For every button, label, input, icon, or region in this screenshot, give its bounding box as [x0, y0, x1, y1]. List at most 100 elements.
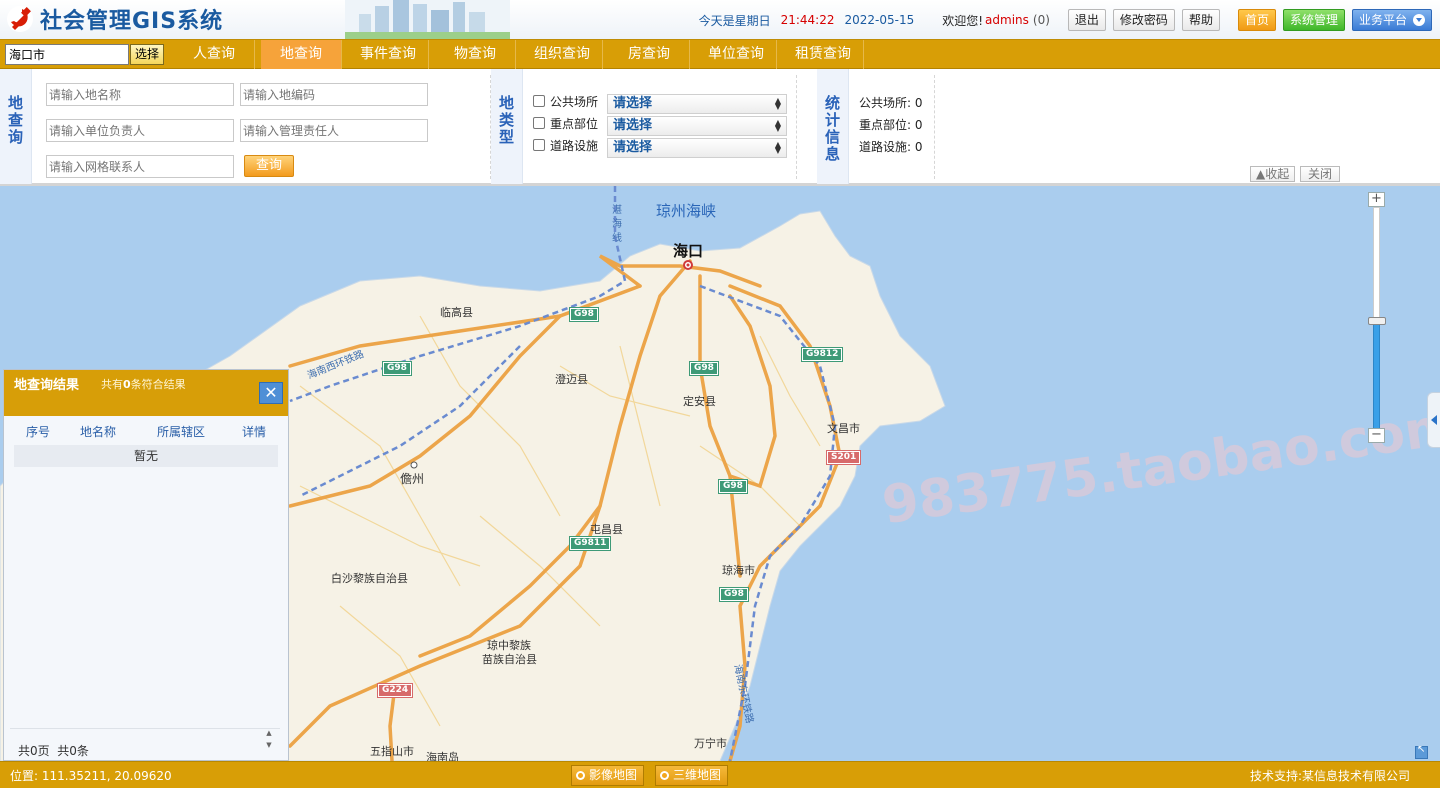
select-arrows-icon: ▲ ▼: [774, 118, 781, 133]
zoom-control: + −: [1368, 192, 1386, 444]
zoom-in-button[interactable]: +: [1368, 192, 1385, 207]
stat-label: 重点部位:: [859, 118, 912, 132]
key-area-select-value: 请选择: [613, 118, 653, 133]
tab-house-query[interactable]: 房查询: [609, 40, 690, 69]
result-panel-title: 地查询结果: [14, 378, 80, 393]
welcome-text: 欢迎您!: [942, 13, 984, 28]
party-emblem-icon: [7, 6, 33, 32]
stat-value: 0: [914, 96, 923, 110]
map-label-strait: 琼州海峡: [656, 202, 717, 220]
app-logo[interactable]: 社会管理GIS系统: [6, 4, 223, 34]
weekday-label: 今天是星期日: [698, 13, 771, 28]
radio-icon: [660, 771, 669, 780]
query-tabs: 人查询 地查询 事件查询 物查询 组织查询 房查询 单位查询 租赁查询: [174, 40, 870, 70]
place-query-label-text: 地查询: [7, 94, 23, 146]
public-place-checkbox[interactable]: [533, 95, 545, 107]
public-place-select-value: 请选择: [613, 96, 653, 111]
pagination-info: 共0页 共0条: [18, 742, 89, 759]
highway-shield: G98: [569, 307, 599, 322]
image-map-label: 影像地图: [589, 768, 638, 782]
tab-place-query[interactable]: 地查询: [261, 40, 342, 69]
map-label-wenchang[interactable]: 文昌市: [827, 420, 860, 436]
road-facility-select[interactable]: 请选择 ▲ ▼: [607, 138, 787, 158]
tab-object-query[interactable]: 物查询: [435, 40, 516, 69]
map-label-tunchang[interactable]: 屯昌县: [590, 521, 623, 537]
zoom-slider-handle[interactable]: [1368, 317, 1386, 325]
coordinates-value: 111.35211, 20.09620: [41, 769, 172, 783]
tab-rental-query[interactable]: 租赁查询: [783, 40, 864, 69]
image-map-button[interactable]: 影像地图: [571, 765, 645, 786]
result-panel-header: 地查询结果 共有0条符合结果 ✕: [4, 370, 288, 416]
place-type-label-text: 地类型: [498, 94, 514, 146]
key-area-select[interactable]: 请选择 ▲ ▼: [607, 116, 787, 136]
3d-map-label: 三维地图: [673, 768, 722, 782]
road-facility-checkbox[interactable]: [533, 139, 545, 151]
map-label-baisha[interactable]: 白沙黎族自治县: [331, 570, 408, 586]
record-count: 共0条: [57, 744, 89, 758]
select-arrows-icon: ▲ ▼: [774, 140, 781, 155]
header: 社会管理GIS系统 今天是星期日 21:44:22 2022-05-15 欢迎您…: [0, 0, 1440, 39]
divider: [796, 75, 797, 179]
3d-map-button[interactable]: 三维地图: [655, 765, 729, 786]
highway-shield: G98: [382, 361, 412, 376]
stat-value: 0: [914, 118, 923, 132]
tab-person-query[interactable]: 人查询: [174, 40, 255, 69]
map-label-qionghai[interactable]: 琼海市: [722, 562, 755, 578]
overview-map-icon[interactable]: [1415, 744, 1428, 759]
map-label-dingan[interactable]: 定安县: [683, 393, 716, 409]
result-count: 共有0条符合结果: [101, 376, 186, 392]
close-icon[interactable]: ✕: [259, 382, 283, 404]
unit-leader-input[interactable]: [46, 119, 234, 142]
message-count[interactable]: (0): [1033, 13, 1050, 27]
map-label-haikou[interactable]: 海口: [673, 240, 703, 261]
close-panel-button[interactable]: 关闭: [1300, 166, 1340, 182]
header-info: 今天是星期日 21:44:22 2022-05-15 欢迎您! admins (…: [699, 8, 1432, 32]
place-query-section-label: 地查询: [0, 69, 32, 184]
stat-value: 0: [914, 140, 923, 154]
map-label-qiongzhong-line2[interactable]: 苗族自治县: [482, 651, 537, 667]
tab-event-query[interactable]: 事件查询: [348, 40, 429, 69]
scroll-down-icon[interactable]: ▼: [262, 739, 276, 751]
place-type-section-label: 地类型: [491, 69, 523, 184]
road-facility-label: 道路设施: [550, 138, 599, 153]
scroll-up-icon[interactable]: ▲: [262, 727, 276, 739]
city-input[interactable]: [5, 44, 129, 65]
column-header-index: 序号: [26, 425, 51, 439]
username-link[interactable]: admins: [985, 13, 1029, 27]
place-name-input[interactable]: [46, 83, 234, 106]
city-select-button[interactable]: 选择: [130, 44, 164, 65]
map-label-wanning[interactable]: 万宁市: [694, 735, 727, 751]
tab-unit-query[interactable]: 单位查询: [696, 40, 777, 69]
map-label-lingao[interactable]: 临高县: [440, 304, 473, 320]
query-button[interactable]: 查询: [244, 155, 294, 177]
public-place-select[interactable]: 请选择 ▲ ▼: [607, 94, 787, 114]
map-label-zhanhai-line: 湛海线: [612, 205, 622, 244]
zoom-level-fill: [1373, 322, 1380, 429]
grid-contact-input[interactable]: [46, 155, 234, 178]
logout-button[interactable]: 退出: [1067, 9, 1106, 31]
highway-shield: G98: [719, 587, 749, 602]
status-bar: 位置: 111.35211, 20.09620 影像地图 三维地图 技术支持:某…: [0, 761, 1440, 788]
change-password-button[interactable]: 修改密码: [1112, 9, 1175, 31]
home-button[interactable]: 首页: [1237, 9, 1276, 31]
key-area-checkbox[interactable]: [533, 117, 545, 129]
place-code-input[interactable]: [240, 83, 428, 106]
pager-scroll[interactable]: ▲ ▼: [262, 727, 276, 757]
map-label-danzhou[interactable]: 儋州: [400, 470, 424, 487]
help-button[interactable]: 帮助: [1181, 9, 1220, 31]
map-label-wuzhishan[interactable]: 五指山市: [370, 743, 414, 759]
system-admin-button[interactable]: 系统管理: [1282, 9, 1345, 31]
type-row-road-facility: 道路设施: [533, 135, 602, 155]
stat-public-place: 公共场所: 0: [859, 94, 923, 111]
map-label-chengmai[interactable]: 澄迈县: [555, 371, 588, 387]
platform-dropdown[interactable]: 业务平台: [1351, 9, 1432, 31]
coordinates-label: 位置:: [10, 769, 39, 783]
side-panel-toggle[interactable]: [1427, 392, 1440, 448]
tab-organization-query[interactable]: 组织查询: [522, 40, 603, 69]
zoom-out-button[interactable]: −: [1368, 428, 1385, 443]
clock: 21:44:22: [780, 13, 835, 27]
collapse-button[interactable]: ▲收起: [1250, 166, 1296, 182]
app-title: 社会管理GIS系统: [40, 9, 224, 34]
page-count: 共0页: [18, 744, 50, 758]
manager-input[interactable]: [240, 119, 428, 142]
